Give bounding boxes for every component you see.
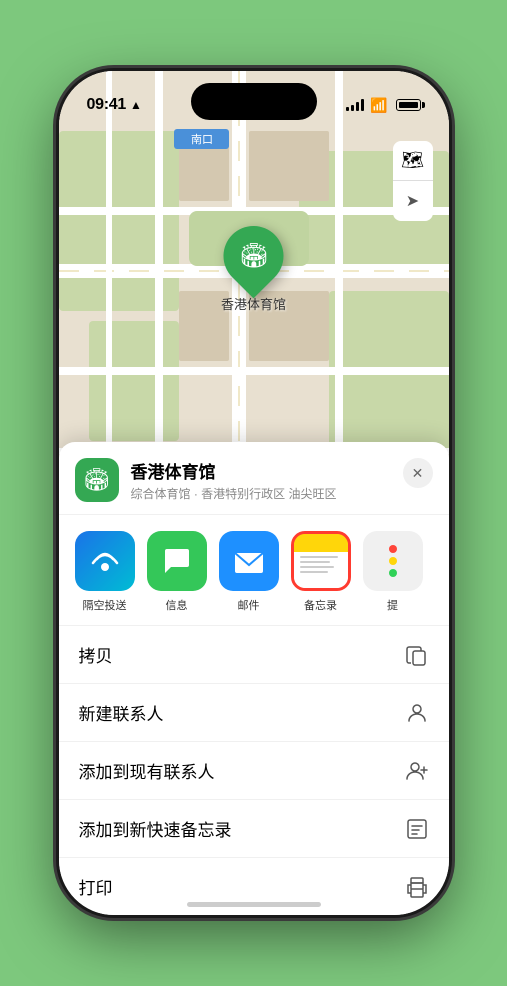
notes-label: 备忘录 (304, 597, 337, 613)
map-controls: 🗺 ➤ (393, 141, 433, 221)
phone-frame: 09:41 ▲ 📶 (59, 71, 449, 915)
battery-icon (396, 99, 421, 111)
more-label: 提 (387, 597, 398, 613)
action-print-label: 打印 (79, 874, 113, 899)
pin-icon: 🏟 (238, 242, 268, 271)
messages-label: 信息 (166, 597, 188, 613)
place-name: 香港体育馆 (131, 458, 433, 483)
signal-bars-icon (346, 99, 364, 111)
notes-icon (291, 531, 351, 591)
action-add-contact-label: 添加到现有联系人 (79, 758, 215, 783)
place-icon-symbol: 🏟 (83, 467, 111, 493)
wifi-icon: 📶 (370, 97, 387, 114)
more-icon (363, 531, 423, 591)
action-list: 拷贝 新建联系人 添加到现有联系人 (59, 626, 449, 915)
action-copy-label: 拷贝 (79, 642, 113, 667)
action-quick-note-label: 添加到新快速备忘录 (79, 816, 232, 841)
share-item-notes[interactable]: 备忘录 (291, 531, 351, 613)
mail-icon (219, 531, 279, 591)
svg-text:南口: 南口 (191, 133, 213, 146)
airdrop-label: 隔空投送 (83, 597, 127, 613)
printer-icon (405, 875, 429, 899)
pin-circle: 🏟 (211, 214, 296, 299)
home-indicator (187, 902, 321, 907)
copy-icon (405, 643, 429, 667)
location-arrow-icon: ▲ (130, 98, 142, 112)
action-copy[interactable]: 拷贝 (59, 626, 449, 684)
messages-icon (147, 531, 207, 591)
action-new-contact-label: 新建联系人 (79, 700, 164, 725)
place-subtitle: 综合体育馆 · 香港特别行政区 油尖旺区 (131, 485, 433, 502)
share-item-messages[interactable]: 信息 (147, 531, 207, 613)
person-icon (405, 701, 429, 725)
share-item-more[interactable]: 提 (363, 531, 423, 613)
action-add-contact[interactable]: 添加到现有联系人 (59, 742, 449, 800)
share-item-airdrop[interactable]: 隔空投送 (75, 531, 135, 613)
mail-label: 邮件 (238, 597, 260, 613)
person-add-icon (405, 759, 429, 783)
location-pin: 🏟 香港体育馆 (221, 226, 286, 313)
location-button[interactable]: ➤ (393, 181, 433, 221)
dynamic-island (191, 83, 317, 120)
note-icon (405, 817, 429, 841)
place-icon: 🏟 (75, 458, 119, 502)
place-info: 香港体育馆 综合体育馆 · 香港特别行政区 油尖旺区 (131, 458, 433, 502)
action-quick-note[interactable]: 添加到新快速备忘录 (59, 800, 449, 858)
bottom-sheet: 🏟 香港体育馆 综合体育馆 · 香港特别行政区 油尖旺区 ✕ 隔空投送 (59, 442, 449, 915)
status-time: 09:41 (87, 96, 126, 114)
map-type-button[interactable]: 🗺 (393, 141, 433, 181)
place-header: 🏟 香港体育馆 综合体育馆 · 香港特别行政区 油尖旺区 ✕ (59, 442, 449, 515)
share-item-mail[interactable]: 邮件 (219, 531, 279, 613)
status-icons: 📶 (346, 97, 420, 114)
close-button[interactable]: ✕ (403, 458, 433, 488)
action-new-contact[interactable]: 新建联系人 (59, 684, 449, 742)
airdrop-icon (75, 531, 135, 591)
share-row: 隔空投送 信息 邮件 (59, 515, 449, 626)
